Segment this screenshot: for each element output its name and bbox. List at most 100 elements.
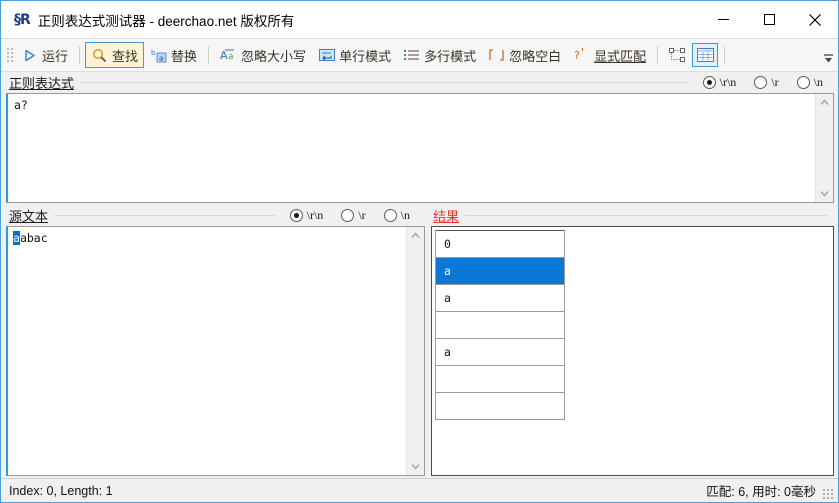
grid-table-icon [696,47,714,64]
toolbar-separator [79,46,81,64]
svg-text:a: a [159,54,163,62]
option-label: \n [400,208,410,222]
status-match-summary: 匹配: 6, 用时: 0毫秒 [706,485,816,499]
table-row[interactable]: a [436,338,564,365]
whitespace-brackets-icon [488,47,505,64]
regex-section-header: 正则表达式 \r\n \r \n [1,72,838,93]
result-cell-text: a [444,291,451,305]
option-label: \r\n [719,75,737,89]
option-label: \n [813,75,823,89]
svg-text:b: b [151,49,156,57]
regex-newline-option-crlf[interactable]: \r\n [694,75,746,90]
result-column: 0 a a a [435,230,565,420]
scroll-down-icon[interactable] [816,185,833,202]
search-icon [91,47,108,64]
result-pane: 0 a a a [431,226,834,476]
maximize-button[interactable] [746,1,792,38]
explicit-capture-label: 显式匹配 [594,48,647,64]
resize-grip[interactable] [822,488,834,500]
main-toolbar: 运行 查找 ba 替换 Aa 忽略大小写 单行模式 多行模式 忽略空白 ? ' … [1,38,838,72]
run-button[interactable]: 运行 [15,42,74,68]
ignore-whitespace-button[interactable]: 忽略空白 [482,42,567,68]
table-row[interactable] [436,392,564,419]
regex-input[interactable]: a? [8,94,815,202]
radio-dot [702,76,716,89]
result-cell-text: a [444,345,451,359]
replace-button[interactable]: ba 替换 [144,42,203,68]
svg-text:': ' [581,48,584,59]
regex-section-title: 正则表达式 [9,76,75,91]
tree-view-button[interactable] [664,43,690,67]
source-pane: aabac [6,226,425,476]
ignore-case-button[interactable]: Aa 忽略大小写 [214,42,312,68]
toolbar-separator [657,46,659,64]
header-rule [465,215,828,216]
source-newline-radio-group: \r\n \r \n [281,208,419,223]
table-row[interactable] [436,311,564,338]
regex-newline-radio-group: \r\n \r \n [694,75,832,90]
find-label: 查找 [112,48,139,64]
scroll-down-icon[interactable] [407,458,424,475]
source-section-header: 源文本 \r\n \r \n [1,205,425,226]
multiline-icon [403,47,420,64]
radio-dot [796,76,810,89]
radio-dot [383,209,397,222]
explicit-capture-button[interactable]: ? ' 显式匹配 [567,42,652,68]
result-section-title: 结果 [433,209,460,224]
case-sensitivity-icon: Aa [220,47,237,64]
status-index-length: Index: 0, Length: 1 [9,483,113,498]
regex-input-area[interactable]: a? [6,93,834,203]
source-newline-option-lf[interactable]: \n [375,208,419,223]
scroll-up-icon[interactable] [816,94,833,111]
source-vertical-scrollbar[interactable] [406,227,424,475]
singleline-icon [318,47,335,64]
replace-label: 替换 [171,48,198,64]
regex-newline-option-cr[interactable]: \r [745,75,787,90]
toolbar-overflow-button[interactable] [820,41,836,67]
window-title: 正则表达式测试器 - deerchao.net 版权所有 [37,13,295,29]
regex-app-icon: §R [14,11,31,28]
ignore-case-label: 忽略大小写 [241,48,307,64]
source-text-selection: a [13,231,20,245]
multiline-label: 多行模式 [424,48,477,64]
option-label: \r [358,208,366,222]
source-text-rest: abac [19,231,48,245]
result-grid[interactable]: 0 a a a [431,226,834,476]
source-newline-option-cr[interactable]: \r [332,208,374,223]
toolbar-separator [208,46,210,64]
radio-dot [341,209,355,222]
regex-newline-option-lf[interactable]: \n [788,75,832,90]
table-row[interactable]: a [436,257,564,284]
content-panes: aabac 0 a a a [1,226,838,476]
radio-dot [754,76,768,89]
source-text-input[interactable]: aabac [8,227,406,475]
replace-icon: ba [150,47,167,64]
singleline-mode-button[interactable]: 单行模式 [312,42,397,68]
svg-text:A: A [220,49,228,62]
option-label: \r\n [306,208,324,222]
scroll-up-icon[interactable] [407,227,424,244]
multiline-mode-button[interactable]: 多行模式 [397,42,482,68]
play-icon [21,47,38,64]
grid-view-button[interactable] [692,43,719,67]
title-bar-left: §R 正则表达式测试器 - deerchao.net 版权所有 [1,10,700,30]
source-newline-option-crlf[interactable]: \r\n [281,208,333,223]
header-rule [80,82,688,83]
table-row[interactable]: a [436,284,564,311]
result-group-header[interactable]: 0 [436,230,564,257]
table-row[interactable] [436,365,564,392]
find-button[interactable]: 查找 [85,42,145,68]
result-section-header: 结果 [425,205,834,226]
result-cell-text: 0 [444,237,451,251]
toolbar-drag-grip[interactable] [5,46,13,64]
question-quote-icon: ? ' [573,47,590,64]
source-text-area[interactable]: aabac [6,226,425,476]
source-section-title: 源文本 [9,209,49,224]
minimize-button[interactable] [700,1,746,38]
radio-dot [289,209,303,222]
app-window: §R 正则表达式测试器 - deerchao.net 版权所有 运行 查找 b … [0,0,839,503]
close-button[interactable] [792,1,838,38]
window-controls [700,1,838,38]
run-label: 运行 [42,48,69,64]
regex-vertical-scrollbar[interactable] [815,94,833,202]
